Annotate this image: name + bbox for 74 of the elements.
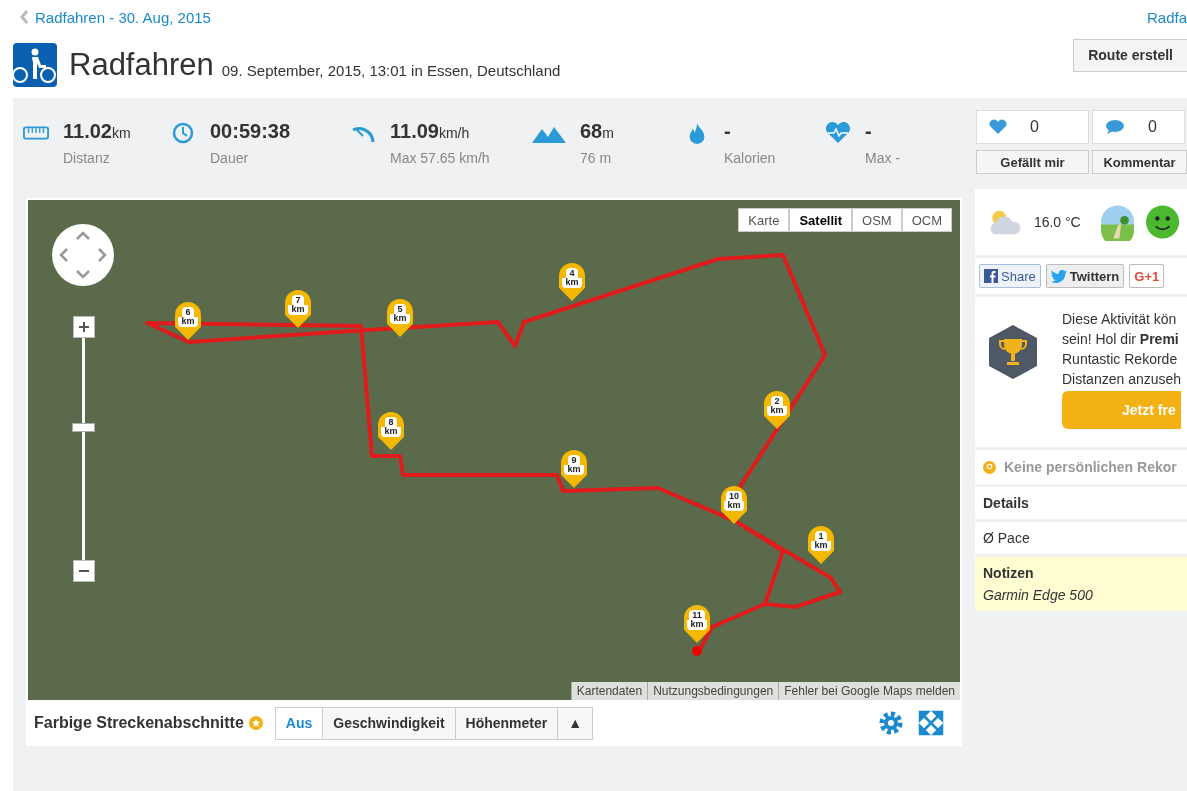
next-link[interactable]: Radfa [1146,9,1187,32]
map-type-button[interactable]: Karte [738,208,790,232]
like-button[interactable]: Gefällt mir [976,150,1089,174]
details-heading: Details [983,495,1029,511]
premium-promo-text: Diese Aktivität kön sein! Hol dir Premi Runtastic Rekorde Distanzen anzuseh [1062,310,1182,389]
activity-date-location: 09. September, 2015, 13:01 in Essen, Deutschland [221,61,561,79]
segment-option-button[interactable]: Geschwindigkeit [322,706,456,740]
stat-value: 68m [580,120,614,143]
stat-value: - [724,120,732,143]
km-marker[interactable]: 6 km [175,302,201,340]
km-marker[interactable]: 9 km [561,450,587,488]
notes-text: Garmin Edge 500 [983,587,1094,603]
park-path-icon [1100,203,1134,241]
clock-icon [170,122,196,144]
settings-icon[interactable] [878,710,904,736]
premium-star-icon [248,716,263,730]
smiley-icon [1145,203,1179,241]
speech-bubble-icon [1105,119,1125,135]
stat-label: Dauer [210,150,250,166]
heart-icon [989,119,1007,135]
collapse-button[interactable]: ▲ [557,706,594,740]
zoom-slider[interactable] [72,338,95,560]
temperature: 16.0 °C [1033,214,1081,230]
km-marker[interactable]: 7 km [285,290,311,328]
km-marker[interactable]: 11 km [684,605,710,643]
create-route-button[interactable]: Route erstell [1073,38,1187,72]
km-marker[interactable]: 4 km [559,263,585,301]
bird-icon [1050,269,1067,283]
km-marker[interactable]: 5 km [387,299,413,337]
map-footer-link[interactable]: Fehler bei Google Maps melden [778,682,960,700]
stat-value: 00:59:38 [210,120,291,143]
zoom-slider-thumb[interactable] [72,422,95,432]
km-marker[interactable]: 1 km [808,526,834,564]
zoom-out-button[interactable] [72,560,95,582]
stat-label: Distanz [63,150,111,166]
stat-value: 11.02km [63,120,131,143]
km-marker[interactable]: 8 km [378,412,404,450]
stat-value: - [865,120,873,143]
colored-segments-label: Farbige Streckenabschnitte [34,714,244,732]
stat-value: 11.09km/h [390,120,471,143]
back-link[interactable]: Radfahren - 30. Aug, 2015 [20,9,211,32]
comment-button[interactable]: Kommentar [1092,150,1187,174]
end-point-icon [692,646,702,656]
stat-label: Max 57.65 km/h [390,150,490,166]
segment-option-button[interactable]: Höhenmeter [454,706,559,740]
facebook-icon [984,269,998,283]
map-type-button[interactable]: Satellit [789,208,853,232]
share-button[interactable]: G+1 [1129,264,1165,288]
no-records-text: Keine persönlichen Rekor [1004,459,1177,475]
like-count: 0 [976,110,1089,144]
stat-label: Max - [865,150,900,166]
segment-option-button[interactable]: Aus [274,706,324,740]
medal-icon [983,460,996,474]
cyclist-icon [13,43,57,87]
map-type-button[interactable]: OCM [901,208,952,232]
activity-title: Radfahren [69,47,214,83]
share-button[interactable]: Share [979,264,1041,288]
stat-label: 76 m [580,150,613,166]
map-footer-link[interactable]: Kartendaten [570,682,648,700]
heart-rate-icon [825,122,851,144]
detail-label: Ø Pace [983,530,1030,546]
zoom-in-button[interactable] [72,316,95,338]
trophy-icon [989,325,1037,379]
plus-icon [78,322,89,332]
map-type-button[interactable]: OSM [852,208,902,232]
back-chevron-icon [20,10,28,24]
fullscreen-icon[interactable] [918,710,944,736]
share-button[interactable]: Twittern [1045,264,1125,288]
notes-heading: Notizen [983,565,1035,581]
map-footer-link[interactable]: Nutzungsbedingungen [647,682,779,700]
km-marker[interactable]: 10 km [721,486,747,524]
stat-label: Kalorien [724,150,776,166]
comment-count: 0 [1092,110,1185,144]
km-marker[interactable]: 2 km [764,391,790,429]
